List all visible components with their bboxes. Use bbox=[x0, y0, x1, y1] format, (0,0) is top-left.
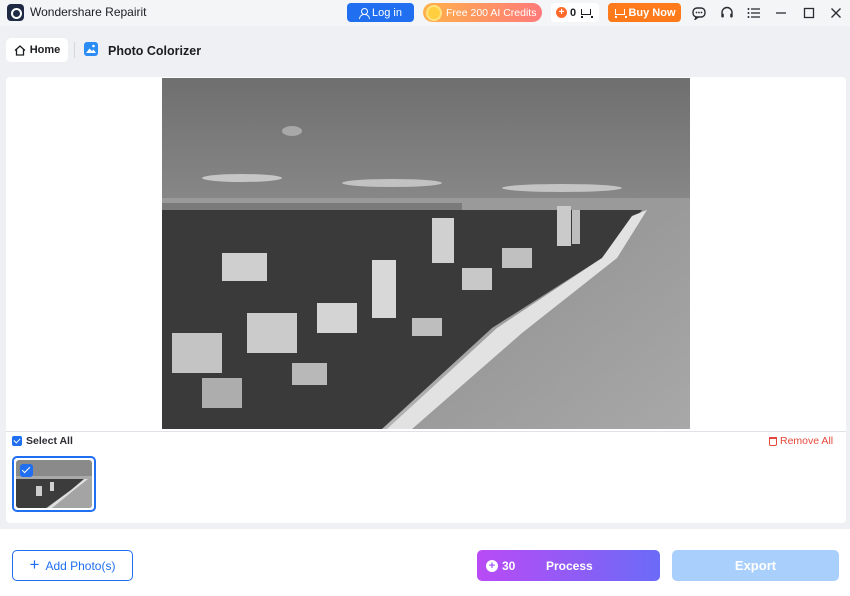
login-label: Log in bbox=[372, 6, 402, 19]
credits-plus-icon: + bbox=[556, 7, 567, 18]
home-button[interactable]: Home bbox=[6, 38, 68, 62]
minimize-icon[interactable] bbox=[772, 4, 790, 22]
free-credits-button[interactable]: Free 200 AI Credits bbox=[423, 3, 542, 22]
app-title: Wondershare Repairit bbox=[30, 5, 147, 19]
login-button[interactable]: Log in bbox=[347, 3, 414, 22]
photo-thumbnail[interactable] bbox=[12, 456, 96, 512]
cart-button[interactable]: + 0 bbox=[551, 3, 599, 22]
credit-cost-value: 30 bbox=[502, 559, 516, 573]
photo-colorizer-icon bbox=[84, 42, 98, 56]
user-icon bbox=[359, 7, 370, 19]
remove-all-button[interactable]: Remove All bbox=[769, 435, 833, 447]
page-title: Photo Colorizer bbox=[108, 44, 202, 58]
buy-now-label: Buy Now bbox=[628, 6, 676, 19]
close-icon[interactable] bbox=[827, 4, 845, 22]
process-button[interactable]: + 30 Process bbox=[477, 550, 660, 581]
maximize-icon[interactable] bbox=[800, 4, 818, 22]
credits-label: Free 200 AI Credits bbox=[446, 6, 537, 19]
thumbnail-selected-check-icon[interactable] bbox=[20, 464, 33, 477]
trash-icon bbox=[769, 436, 777, 446]
credit-plus-icon: + bbox=[486, 560, 498, 572]
nav-divider bbox=[74, 42, 75, 58]
cart-icon bbox=[613, 8, 628, 18]
cart-count: 0 bbox=[570, 6, 577, 19]
process-label: Process bbox=[546, 559, 593, 573]
cart-icon bbox=[579, 8, 594, 18]
export-button[interactable]: Export bbox=[672, 550, 839, 581]
add-photos-label: Add Photo(s) bbox=[45, 558, 116, 573]
coin-icon bbox=[426, 4, 442, 21]
buy-now-button[interactable]: Buy Now bbox=[608, 3, 681, 22]
home-icon bbox=[14, 44, 26, 56]
headset-icon[interactable] bbox=[718, 4, 736, 22]
checkbox-checked-icon bbox=[12, 436, 22, 446]
home-label: Home bbox=[29, 44, 61, 56]
select-all-label: Select All bbox=[26, 435, 73, 447]
remove-all-label: Remove All bbox=[780, 435, 834, 447]
select-all-checkbox[interactable]: Select All bbox=[12, 435, 73, 447]
export-label: Export bbox=[734, 558, 777, 573]
plus-icon: + bbox=[29, 555, 40, 574]
add-photos-button[interactable]: + Add Photo(s) bbox=[12, 550, 133, 581]
feedback-icon[interactable] bbox=[690, 4, 708, 22]
photo-preview bbox=[162, 78, 690, 429]
menu-icon[interactable] bbox=[745, 4, 763, 22]
repairit-logo-icon bbox=[7, 4, 24, 21]
panel-divider bbox=[6, 431, 846, 432]
credit-cost: + 30 bbox=[486, 559, 515, 573]
